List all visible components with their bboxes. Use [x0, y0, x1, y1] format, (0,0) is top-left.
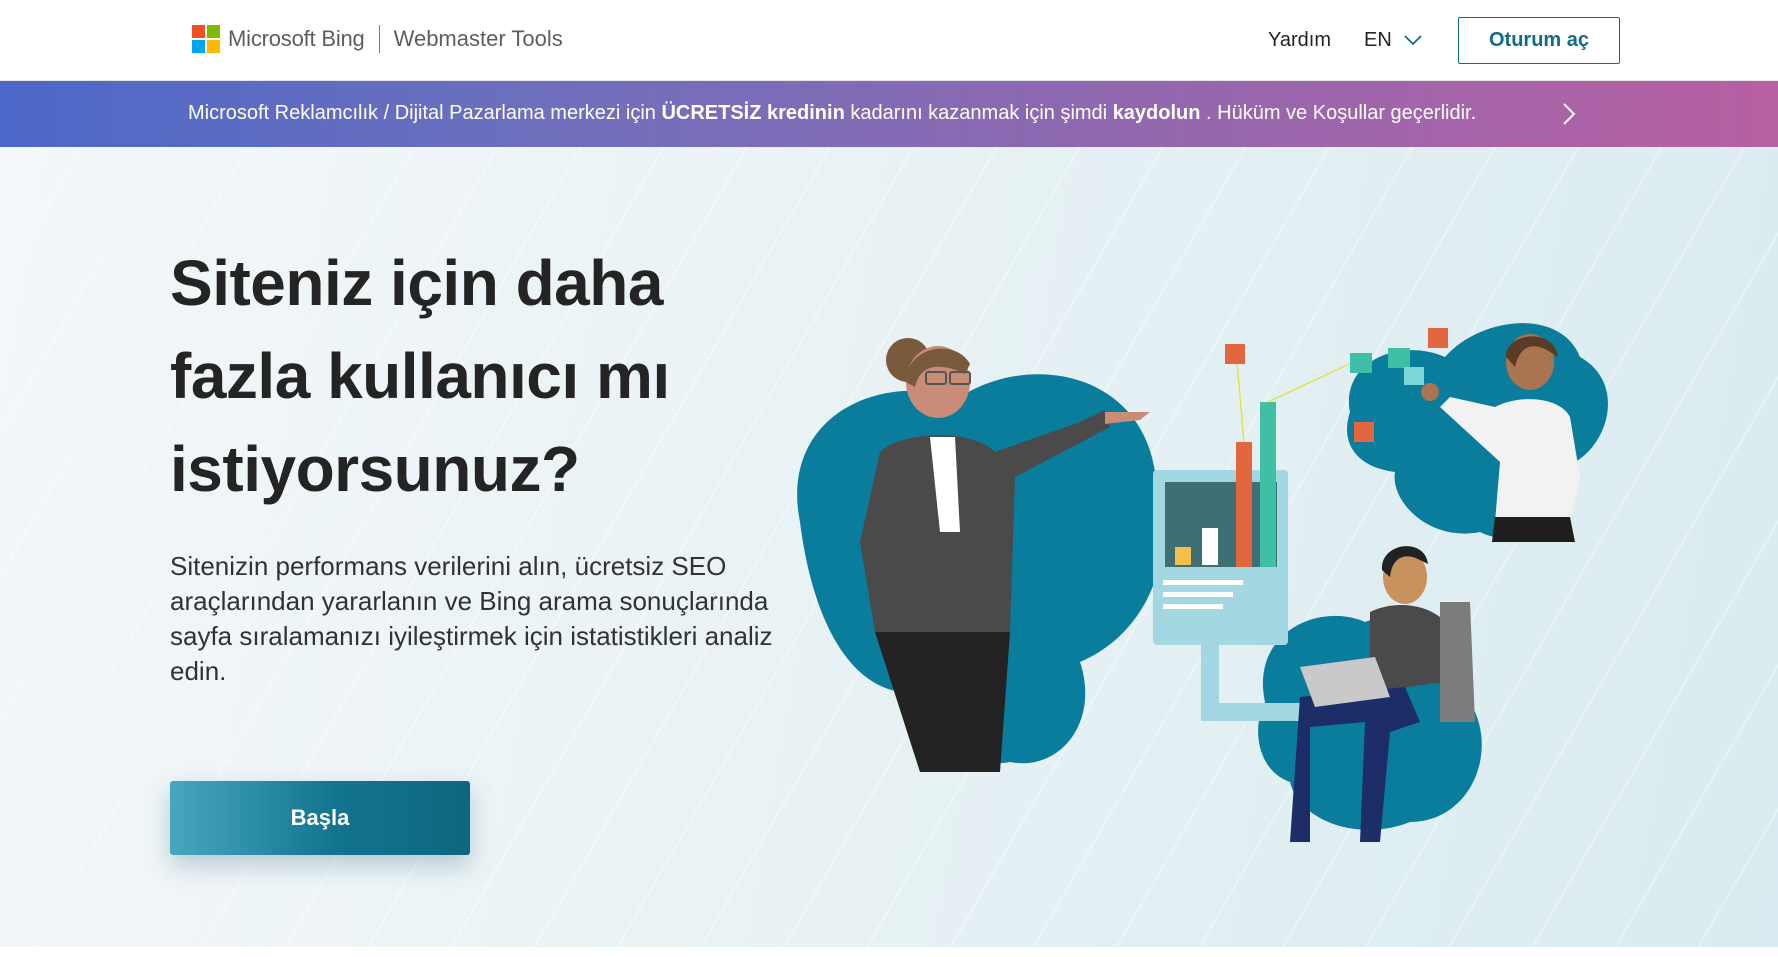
- brand-logo-link[interactable]: Microsoft Bing Webmaster Tools: [192, 24, 563, 54]
- microsoft-logo-icon: [192, 25, 220, 53]
- language-selector[interactable]: EN: [1364, 29, 1422, 52]
- promo-terms-text: . Hüküm ve Koşullar geçerlidir.: [1200, 102, 1477, 124]
- promo-text-part: Microsoft Reklamcılık / Dijital Pazarlam…: [188, 102, 662, 124]
- product-name: Webmaster Tools: [393, 26, 563, 51]
- hero-description: Sitenizin performans verilerini alın, üc…: [170, 551, 773, 686]
- help-link[interactable]: Yardım: [1268, 29, 1331, 52]
- chevron-down-icon: [1404, 35, 1422, 46]
- brand-name: Microsoft Bing: [228, 26, 365, 51]
- get-started-button[interactable]: Başla: [170, 781, 470, 855]
- hero-section: Siteniz için daha fazla kullanıcı mı ist…: [0, 147, 1778, 947]
- language-label: EN: [1364, 29, 1392, 51]
- top-header: Microsoft Bing Webmaster Tools Yardım EN…: [0, 0, 1778, 81]
- promo-credit-text: ÜCRETSİZ kredinin: [661, 102, 845, 124]
- promo-text: Microsoft Reklamcılık / Dijital Pazarlam…: [188, 102, 1476, 125]
- signin-button[interactable]: Oturum aç: [1458, 17, 1620, 64]
- promo-banner[interactable]: Microsoft Reklamcılık / Dijital Pazarlam…: [0, 81, 1778, 147]
- promo-text-part: kadarını kazanmak için şimdi: [844, 102, 1113, 124]
- chevron-right-icon[interactable]: [1562, 102, 1576, 126]
- hero-illustration: [797, 323, 1608, 842]
- page-bottom: [0, 947, 1778, 957]
- brand-divider: [378, 25, 380, 53]
- promo-signup-text: kaydolun: [1112, 102, 1201, 124]
- hero-headline: Siteniz için daha fazla kullanıcı mı ist…: [170, 247, 670, 505]
